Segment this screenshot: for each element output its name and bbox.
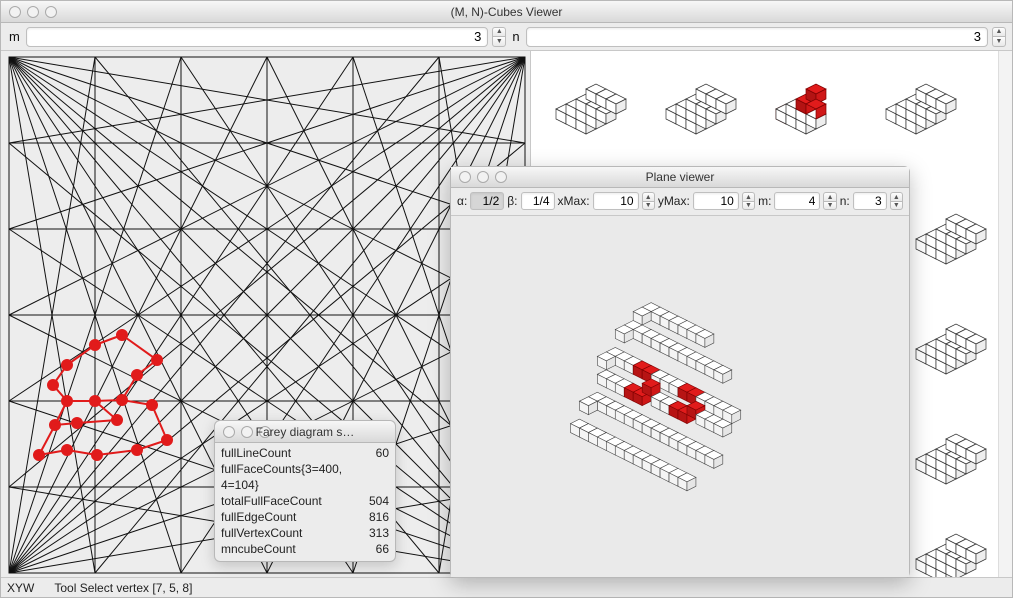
n-label: n: <box>840 194 850 208</box>
gallery-scrollbar[interactable] <box>998 51 1012 577</box>
plane-viewer-window: Plane viewer α: β: xMax: ▲ ▼ yMax: ▲ ▼ m… <box>450 166 910 578</box>
stat-row: fullVertexCount 313 <box>221 525 389 541</box>
minimize-icon[interactable] <box>241 426 253 438</box>
chevron-up-icon[interactable]: ▲ <box>823 192 836 201</box>
stat-key: fullVertexCount <box>221 525 302 541</box>
cube-thumb[interactable] <box>916 534 986 577</box>
chevron-up-icon[interactable]: ▲ <box>492 27 506 37</box>
stat-key: totalFullFaceCount <box>221 493 322 509</box>
m-stepper[interactable]: ▲ ▼ <box>492 27 506 47</box>
xmax-label: xMax: <box>558 194 590 208</box>
xmax-input[interactable] <box>593 192 639 210</box>
farey-stats-body: fullLineCount 60 fullFaceCounts{3=400, 4=… <box>215 443 395 561</box>
n-label: n <box>510 29 521 44</box>
chevron-down-icon[interactable]: ▼ <box>890 201 903 211</box>
xmax-stepper[interactable]: ▲ ▼ <box>642 192 655 210</box>
plane-toolbar: α: β: xMax: ▲ ▼ yMax: ▲ ▼ m: ▲ ▼ n: ▲ ▼ <box>451 188 909 215</box>
close-icon[interactable] <box>9 6 21 18</box>
m-input[interactable] <box>26 27 488 47</box>
chevron-down-icon[interactable]: ▼ <box>823 201 836 211</box>
main-titlebar: (M, N)-Cubes Viewer <box>1 1 1012 23</box>
chevron-down-icon[interactable]: ▼ <box>642 201 655 211</box>
close-icon[interactable] <box>223 426 235 438</box>
cube-thumb[interactable] <box>916 434 986 484</box>
popup-titlebar[interactable]: Farey diagram s… <box>215 421 395 443</box>
chevron-up-icon[interactable]: ▲ <box>992 27 1006 37</box>
cube-thumb[interactable] <box>886 84 956 134</box>
plane-render <box>451 216 909 577</box>
chevron-up-icon[interactable]: ▲ <box>742 192 755 201</box>
plane-canvas[interactable] <box>451 216 909 577</box>
chevron-down-icon[interactable]: ▼ <box>742 201 755 211</box>
chevron-down-icon[interactable]: ▼ <box>492 36 506 47</box>
stat-row: fullLineCount 60 <box>221 445 389 461</box>
status-bar: XYW Tool Select vertex [7, 5, 8] <box>1 577 1012 597</box>
zoom-icon[interactable] <box>45 6 57 18</box>
cube-thumb[interactable] <box>666 84 736 134</box>
zoom-icon[interactable] <box>259 426 271 438</box>
zoom-icon[interactable] <box>495 171 507 183</box>
stat-val: 66 <box>376 541 389 557</box>
ymax-input[interactable] <box>693 192 739 210</box>
main-toolbar: m ▲ ▼ n ▲ ▼ <box>1 23 1012 51</box>
stat-row: fullFaceCounts{3=400, 4=104} <box>221 461 389 493</box>
m-label: m <box>7 29 22 44</box>
status-tool: Tool Select vertex [7, 5, 8] <box>54 581 192 595</box>
stat-key: fullLineCount <box>221 445 291 461</box>
minimize-icon[interactable] <box>477 171 489 183</box>
beta-label: β: <box>507 194 517 208</box>
ymax-label: yMax: <box>658 194 690 208</box>
stat-key: mncubeCount <box>221 541 296 557</box>
plane-n-stepper[interactable]: ▲ ▼ <box>890 192 903 210</box>
plane-n-input[interactable] <box>853 192 887 210</box>
n-input[interactable] <box>526 27 988 47</box>
stat-row: totalFullFaceCount 504 <box>221 493 389 509</box>
m-label: m: <box>758 194 771 208</box>
stat-row: fullEdgeCount 816 <box>221 509 389 525</box>
stat-key: fullEdgeCount <box>221 509 296 525</box>
beta-input[interactable] <box>521 192 555 210</box>
alpha-label: α: <box>457 194 467 208</box>
stat-val: 504 <box>369 493 389 509</box>
main-title: (M, N)-Cubes Viewer <box>1 5 1012 19</box>
stat-row: mncubeCount 66 <box>221 541 389 557</box>
chevron-down-icon[interactable]: ▼ <box>992 36 1006 47</box>
stat-val: 313 <box>369 525 389 541</box>
chevron-up-icon[interactable]: ▲ <box>890 192 903 201</box>
traffic-lights <box>1 6 57 18</box>
cube-thumb[interactable] <box>916 324 986 374</box>
plane-m-stepper[interactable]: ▲ ▼ <box>823 192 836 210</box>
minimize-icon[interactable] <box>27 6 39 18</box>
n-stepper[interactable]: ▲ ▼ <box>992 27 1006 47</box>
stat-key: fullFaceCounts{3=400, 4=104} <box>221 461 379 493</box>
plane-titlebar[interactable]: Plane viewer <box>451 167 909 188</box>
plane-viewer-title: Plane viewer <box>451 170 909 184</box>
alpha-input[interactable] <box>470 192 504 210</box>
status-mode: XYW <box>7 581 34 595</box>
cube-thumb-selected[interactable] <box>776 84 826 134</box>
plane-m-input[interactable] <box>774 192 820 210</box>
ymax-stepper[interactable]: ▲ ▼ <box>742 192 755 210</box>
chevron-up-icon[interactable]: ▲ <box>642 192 655 201</box>
stat-val: 816 <box>369 509 389 525</box>
cube-thumb[interactable] <box>916 214 986 264</box>
close-icon[interactable] <box>459 171 471 183</box>
cube-thumb[interactable] <box>556 84 626 134</box>
farey-stats-popup: Farey diagram s… fullLineCount 60 fullFac… <box>214 420 396 562</box>
stat-val: 60 <box>376 445 389 461</box>
